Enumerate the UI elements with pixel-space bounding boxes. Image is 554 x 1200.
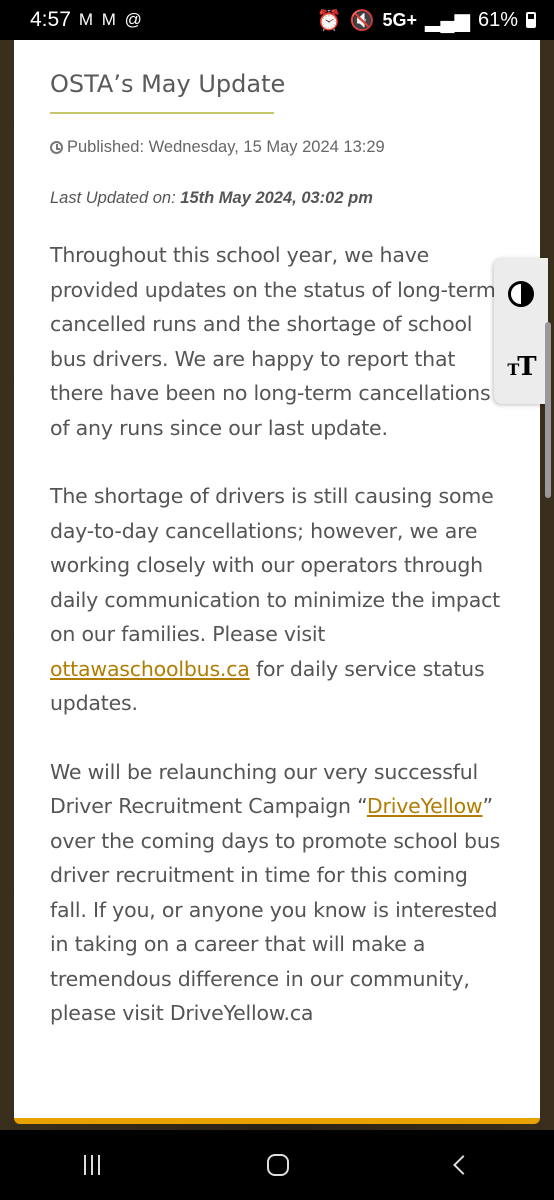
accessibility-widget: TT (494, 258, 548, 404)
battery-icon (526, 12, 536, 28)
published-date: Published: Wednesday, 15 May 2024 13:29 (50, 138, 504, 157)
navigation-bar (0, 1130, 554, 1200)
title-underline (50, 112, 274, 114)
status-left: 4:57 M M @ (30, 8, 144, 32)
last-updated-value: 15th May 2024, 03:02 pm (180, 189, 373, 207)
clock-icon (50, 141, 63, 154)
published-text: Published: Wednesday, 15 May 2024 13:29 (67, 138, 385, 156)
mute-icon: 🔇 (349, 9, 375, 32)
paragraph-2-text-a: The shortage of drivers is still causing… (50, 484, 500, 646)
paragraph-2: The shortage of drivers is still causing… (50, 479, 504, 721)
status-bar: 4:57 M M @ ⏰ 🔇 5G+ ▂▄▆ 61% (0, 0, 554, 40)
paragraph-1: Throughout this school year, we have pro… (50, 243, 496, 440)
home-icon[interactable] (266, 1154, 289, 1176)
scrollbar-thumb[interactable] (545, 322, 551, 498)
alarm-icon: ⏰ (316, 9, 342, 32)
back-icon[interactable] (453, 1155, 474, 1175)
network-indicator: 5G+ (382, 9, 418, 30)
paragraph-3: We will be relaunching our very successf… (50, 755, 504, 1031)
article-card: OSTA’s May Update Published: Wednesday, … (14, 40, 540, 1124)
status-time: 4:57 (30, 8, 71, 31)
last-updated: Last Updated on: 15th May 2024, 03:02 pm (50, 189, 504, 208)
battery-percentage: 61% (477, 8, 518, 31)
signal-icon: ▂▄▆ (425, 9, 470, 32)
last-updated-label: Last Updated on: (50, 189, 181, 207)
contrast-icon[interactable] (508, 280, 534, 307)
article-content: OSTA’s May Update Published: Wednesday, … (14, 40, 540, 1031)
text-size-icon[interactable]: TT (507, 352, 536, 382)
recent-apps-icon[interactable] (83, 1155, 100, 1175)
ottawaschoolbus-link[interactable]: ottawaschoolbus.ca (50, 657, 250, 681)
article-title: OSTA’s May Update (50, 70, 286, 98)
notification-icons: M M @ (78, 10, 144, 29)
driveyellow-link[interactable]: DriveYellow (367, 794, 483, 818)
paragraph-3-text-b: ” over the coming days to promote school… (50, 794, 501, 1025)
status-right: ⏰ 🔇 5G+ ▂▄▆ 61% (317, 8, 536, 33)
